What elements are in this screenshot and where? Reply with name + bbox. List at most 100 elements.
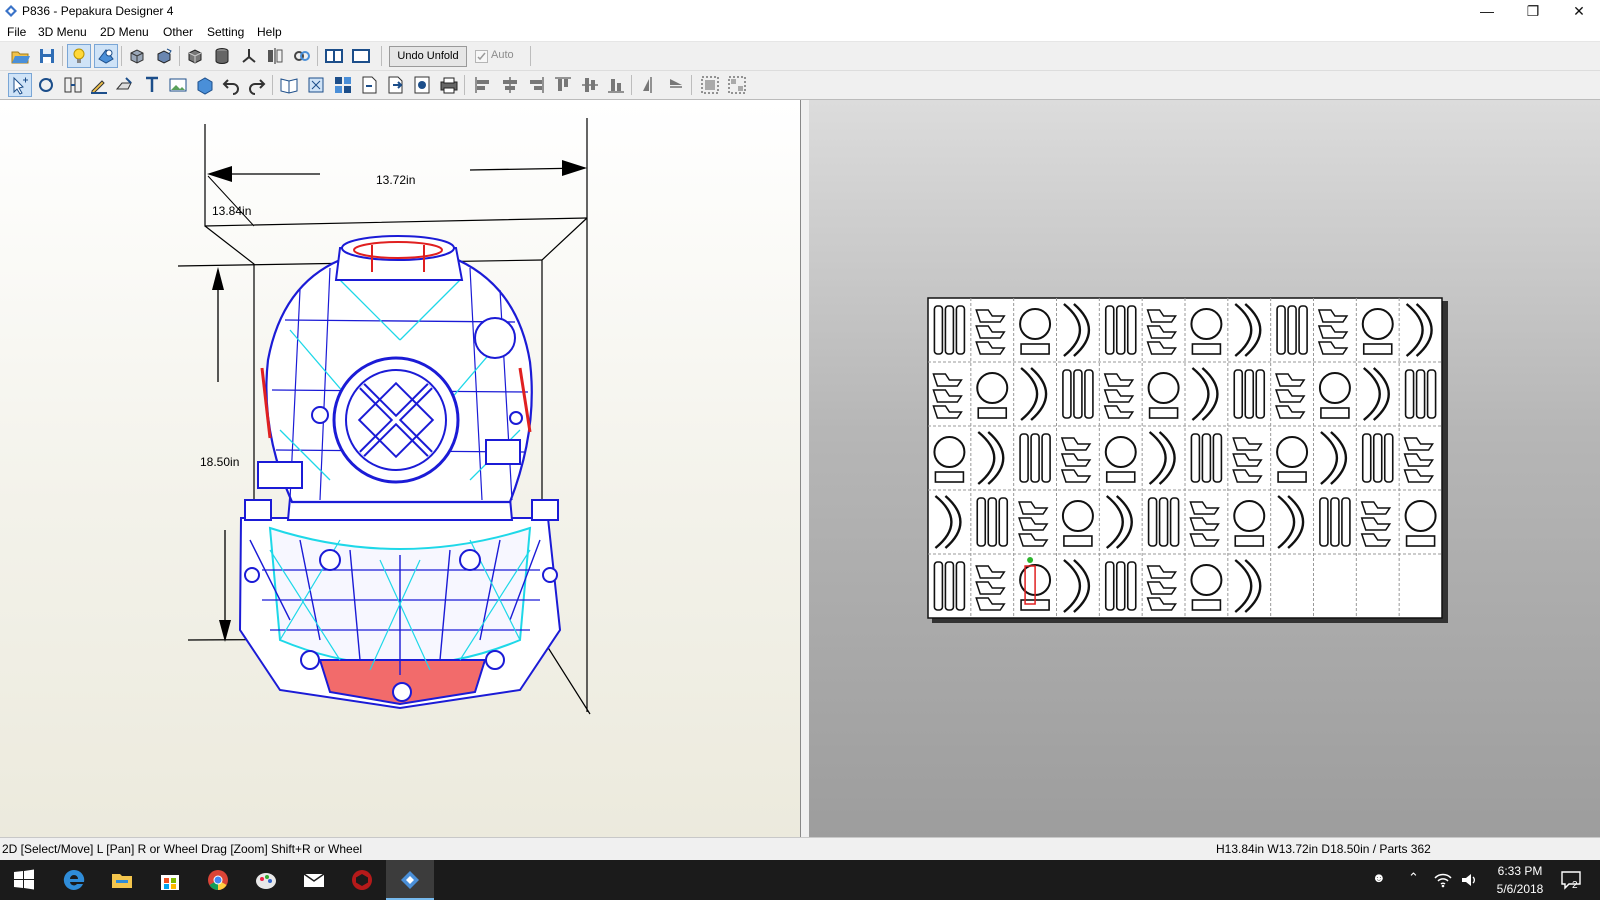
cube-view-button[interactable]: [184, 45, 206, 67]
store-taskbar-button[interactable]: [146, 860, 194, 900]
export-button[interactable]: [384, 74, 406, 96]
unfolded-part[interactable]: [955, 561, 966, 611]
align-left-button[interactable]: [472, 74, 494, 96]
unfolded-part[interactable]: [1115, 305, 1126, 355]
menu-file[interactable]: File: [7, 25, 26, 39]
unfolded-part-group[interactable]: [1233, 369, 1266, 419]
unfolded-part[interactable]: [1061, 500, 1094, 532]
unfolded-part[interactable]: [976, 497, 987, 547]
redo-button[interactable]: [246, 74, 268, 96]
close-button[interactable]: ✕: [1556, 0, 1600, 22]
fit-page-button[interactable]: [305, 74, 327, 96]
unfolded-part-group[interactable]: [1276, 305, 1308, 355]
unfolded-part[interactable]: [1019, 433, 1029, 483]
unfolded-part-group[interactable]: [1147, 497, 1180, 547]
menu-setting[interactable]: Setting: [207, 25, 244, 39]
light-toggle-button[interactable]: [67, 44, 91, 68]
unfolded-part[interactable]: [944, 305, 955, 355]
unfolded-part[interactable]: [1330, 497, 1340, 547]
unfolded-part[interactable]: [1105, 471, 1136, 483]
rotate-part-button[interactable]: [35, 74, 57, 96]
chrome-taskbar-button[interactable]: [194, 860, 242, 900]
unfolded-part[interactable]: [1372, 433, 1383, 483]
unfolded-part[interactable]: [1104, 436, 1137, 468]
unfolded-part[interactable]: [934, 471, 965, 483]
file-explorer-taskbar-button[interactable]: [98, 860, 146, 900]
unfolded-part-group[interactable]: [1062, 369, 1094, 419]
select-move-button[interactable]: [8, 73, 32, 97]
unfolded-part[interactable]: [1190, 564, 1223, 596]
unfolded-part[interactable]: [1318, 372, 1351, 404]
edit-flap-button[interactable]: [114, 74, 136, 96]
unfolded-part[interactable]: [1191, 599, 1222, 611]
clock-time[interactable]: 6:33 PM: [1490, 864, 1550, 878]
unfolded-part[interactable]: [1148, 407, 1179, 419]
unfolded-part[interactable]: [1104, 305, 1115, 355]
unfolded-part[interactable]: [1041, 433, 1051, 483]
unfolded-part-group[interactable]: [1147, 372, 1180, 419]
unfolded-part[interactable]: [1320, 407, 1350, 419]
undo-button[interactable]: [220, 74, 242, 96]
menu-3d[interactable]: 3D Menu: [38, 25, 87, 39]
3d-view-button[interactable]: [126, 45, 148, 67]
draw-line-button[interactable]: [88, 74, 110, 96]
unfolded-part[interactable]: [1019, 308, 1052, 340]
minimize-button[interactable]: —: [1464, 0, 1510, 22]
unfolded-part[interactable]: [933, 436, 966, 468]
unfolded-part[interactable]: [955, 305, 966, 355]
unfolded-part-group[interactable]: [1018, 501, 1049, 547]
unfolded-part-group[interactable]: [1104, 305, 1137, 355]
paint-taskbar-button[interactable]: [242, 860, 290, 900]
unfolded-part[interactable]: [1190, 433, 1201, 483]
unfold-button[interactable]: [194, 74, 216, 96]
unfolded-part-group[interactable]: [1060, 437, 1092, 483]
align-center-button[interactable]: [499, 74, 521, 96]
print-button[interactable]: [438, 74, 460, 96]
unfolded-part[interactable]: [1126, 305, 1137, 355]
unfolded-part-group[interactable]: [1190, 433, 1223, 483]
volume-icon[interactable]: [1460, 872, 1478, 888]
unfolded-part[interactable]: [1084, 369, 1094, 419]
unfolded-part[interactable]: [1169, 497, 1180, 547]
3d-view-pane[interactable]: 13.72in 13.84in 18.50in: [0, 100, 801, 837]
unfolded-part-group[interactable]: [1189, 501, 1220, 547]
single-view-button[interactable]: [350, 45, 372, 67]
unfolded-part[interactable]: [1415, 369, 1426, 419]
unfolded-part-group[interactable]: [932, 373, 963, 419]
cylinder-button[interactable]: [211, 45, 233, 67]
unfolded-part[interactable]: [1404, 369, 1415, 419]
unfolded-part-group[interactable]: [1360, 501, 1392, 547]
axis-button[interactable]: [238, 45, 260, 67]
book-view-button[interactable]: [278, 74, 300, 96]
split-view-button[interactable]: [323, 45, 345, 67]
unfolded-part-group[interactable]: [976, 497, 1009, 547]
unfolded-part-group[interactable]: [1318, 372, 1351, 419]
unfolded-part[interactable]: [1126, 561, 1137, 611]
unfolded-part-group[interactable]: [1104, 561, 1137, 611]
unfolded-part[interactable]: [1104, 561, 1115, 611]
link-button[interactable]: [291, 45, 313, 67]
unfolded-part[interactable]: [933, 561, 944, 611]
unfolded-part-group[interactable]: [1103, 373, 1135, 419]
selection-handle[interactable]: [1027, 557, 1034, 563]
unfolded-part-group[interactable]: [1404, 500, 1437, 547]
unfolded-part-group[interactable]: [1233, 500, 1266, 547]
menu-other[interactable]: Other: [163, 25, 193, 39]
unfolded-part[interactable]: [1298, 305, 1308, 355]
pepakura-taskbar-button[interactable]: [386, 860, 434, 900]
page-setup-button[interactable]: [358, 74, 380, 96]
unfolded-part[interactable]: [1287, 305, 1297, 355]
unfolded-part[interactable]: [976, 372, 1009, 404]
unfolded-part[interactable]: [1361, 433, 1372, 483]
unfolded-part[interactable]: [1383, 433, 1394, 483]
join-parts-button[interactable]: [62, 74, 84, 96]
group-button[interactable]: [699, 74, 721, 96]
unfolded-part[interactable]: [1233, 500, 1266, 532]
wifi-icon[interactable]: [1434, 872, 1452, 888]
unfolded-part[interactable]: [1030, 433, 1040, 483]
unfolded-part[interactable]: [1277, 471, 1307, 483]
ungroup-button[interactable]: [726, 74, 748, 96]
unfolded-part[interactable]: [1255, 369, 1266, 419]
unfolded-part[interactable]: [1361, 308, 1394, 340]
unfolded-part-group[interactable]: [933, 305, 966, 355]
